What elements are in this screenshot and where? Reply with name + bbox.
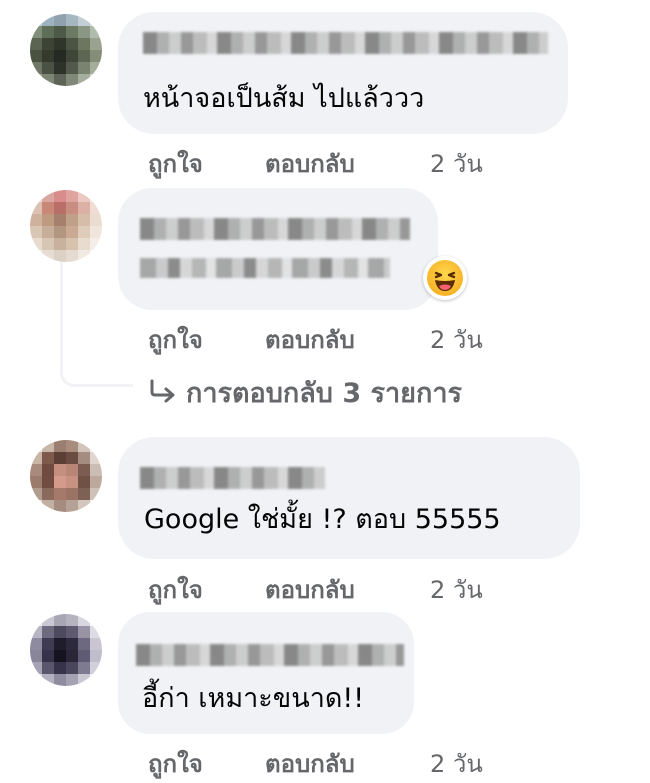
avatar-pixelated xyxy=(30,614,102,686)
view-replies-label: การตอบกลับ 3 รายการ xyxy=(186,378,463,409)
comment-text: Google ใช่มั้ย !? ตอบ 55555 xyxy=(144,504,501,535)
commenter-name-blurred[interactable] xyxy=(143,32,548,54)
avatar-pixelated xyxy=(30,440,102,512)
timestamp[interactable]: 2 วัน xyxy=(430,144,483,183)
reply-button[interactable]: ตอบกลับ xyxy=(265,570,355,609)
comment-bubble[interactable] xyxy=(118,188,438,310)
avatar-pixelated xyxy=(30,14,102,86)
reaction-badge[interactable] xyxy=(423,256,467,300)
timestamp[interactable]: 2 วัน xyxy=(430,744,483,783)
reply-arrow-icon xyxy=(150,379,175,403)
reply-button[interactable]: ตอบกลับ xyxy=(265,744,355,783)
view-replies-link[interactable]: การตอบกลับ 3 รายการ xyxy=(148,371,462,414)
like-button[interactable]: ถูกใจ xyxy=(148,320,203,359)
comment-bubble[interactable]: หน้าจอเป็นส้ม ไปแล้ววว xyxy=(118,12,568,134)
like-button[interactable]: ถูกใจ xyxy=(148,744,203,783)
timestamp[interactable]: 2 วัน xyxy=(430,320,483,359)
avatar[interactable] xyxy=(30,190,102,262)
comment-text-blurred xyxy=(140,258,390,278)
comment-bubble[interactable]: อี้ก่า เหมาะขนาด!! xyxy=(118,612,414,734)
reply-button[interactable]: ตอบกลับ xyxy=(265,320,355,359)
timestamp[interactable]: 2 วัน xyxy=(430,570,483,609)
commenter-name-blurred[interactable] xyxy=(140,467,325,489)
avatar[interactable] xyxy=(30,14,102,86)
like-button[interactable]: ถูกใจ xyxy=(148,570,203,609)
reply-button[interactable]: ตอบกลับ xyxy=(265,144,355,183)
laughing-emoji-icon xyxy=(427,260,463,296)
comment-text: หน้าจอเป็นส้ม ไปแล้ววว xyxy=(143,83,425,114)
avatar-pixelated xyxy=(30,190,102,262)
avatar[interactable] xyxy=(30,440,102,512)
like-button[interactable]: ถูกใจ xyxy=(148,144,203,183)
comment-bubble[interactable]: Google ใช่มั้ย !? ตอบ 55555 xyxy=(118,437,580,559)
comment-text: อี้ก่า เหมาะขนาด!! xyxy=(142,683,365,714)
commenter-name-blurred[interactable] xyxy=(136,644,404,666)
avatar[interactable] xyxy=(30,614,102,686)
commenter-name-blurred[interactable] xyxy=(140,218,410,240)
